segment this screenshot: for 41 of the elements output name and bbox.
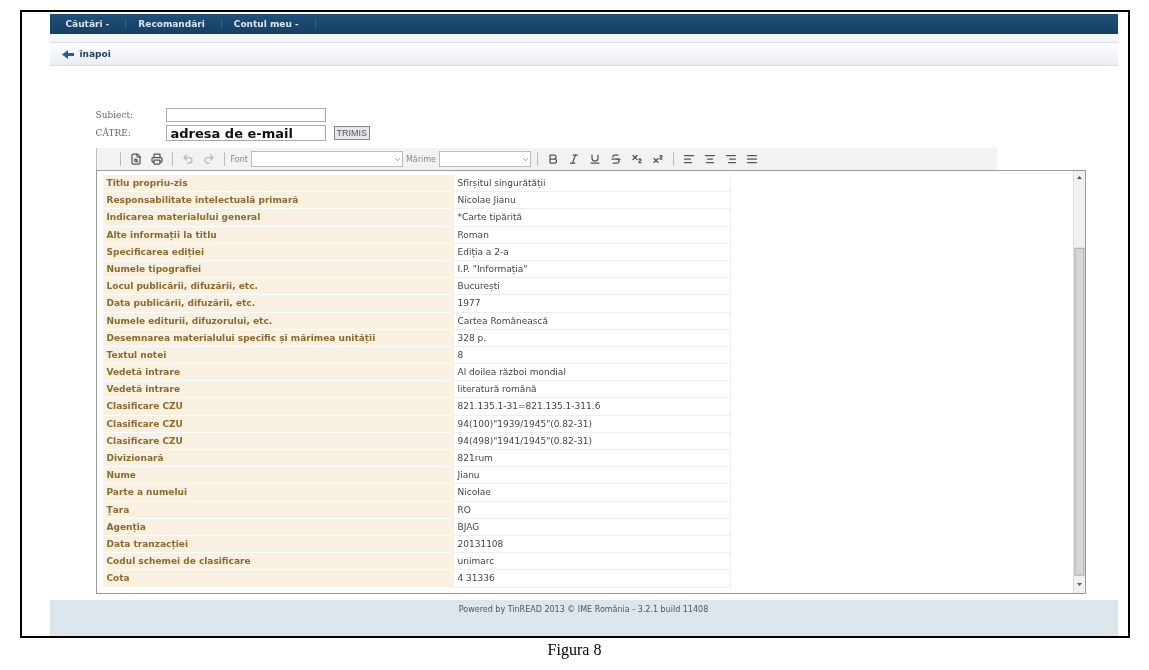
field-value-cell: Sfîrșitul singurătății [452,175,731,193]
field-label-cell: Nume [102,467,453,485]
field-value-cell: 4 31336 [452,570,731,588]
scrollbar[interactable] [1072,171,1085,593]
field-label-cell: Locul publicării, difuzării, etc. [102,278,453,296]
field-value-cell: Jianu [452,467,731,485]
send-button[interactable]: TRIMIS [333,126,370,140]
nav-menu-item[interactable]: Contul meu - [233,19,316,29]
recipient-label: CĂTRE: [95,128,132,138]
field-value-cell: 1977 [452,295,731,313]
field-label-cell: Vedetă intrare [102,364,453,382]
field-label-cell: Cota [102,570,453,588]
nav-menu-item[interactable]: Căutări - [65,19,127,29]
figure-caption: Figura 8 [547,641,602,659]
field-value-cell: *Carte tipărită [452,209,731,227]
field-label-cell: Codul schemei de clasificare [102,553,453,571]
field-label-cell: Divizionară [102,450,453,468]
field-label-cell: Data publicării, difuzării, etc. [102,295,453,313]
field-value-cell: Nicolae [452,484,731,502]
field-label-cell: Titlu propriu-zis [102,175,453,193]
field-value-cell: 821.135.1-31=821.135.1-311.6 [452,398,731,416]
field-label-cell: Responsabilitate intelectuală primară [102,192,453,210]
field-label-cell: Vedetă intrare [102,381,453,399]
field-value-cell: unimarc [452,553,731,571]
field-value-cell: literatură română [452,381,731,399]
field-value-cell: Nicolae Jianu [452,192,731,210]
subject-field[interactable] [165,108,326,122]
nav-menu-item[interactable]: Recomandări [138,19,222,29]
back-arrow-icon [61,49,74,59]
field-label-cell: Clasificare CZU [102,398,453,416]
subject-label: Subiect: [95,110,135,120]
field-label-cell: Parte a numelui [102,484,453,502]
back-link[interactable]: înapoi [61,49,111,59]
email-field[interactable]: adresa de e-mail [165,125,326,141]
footer-text: Powered by TinREAD 2013 © IME România - 3.2.1 build 11408 [458,605,709,616]
field-label-cell: Indicarea materialului general [102,209,453,227]
font-label: Font [230,154,248,164]
field-value-cell: 821rum [452,450,731,468]
size-label: Mărime [405,154,436,164]
field-value-cell: București [452,278,731,296]
field-value-cell: Al doilea război mondial [452,364,731,382]
